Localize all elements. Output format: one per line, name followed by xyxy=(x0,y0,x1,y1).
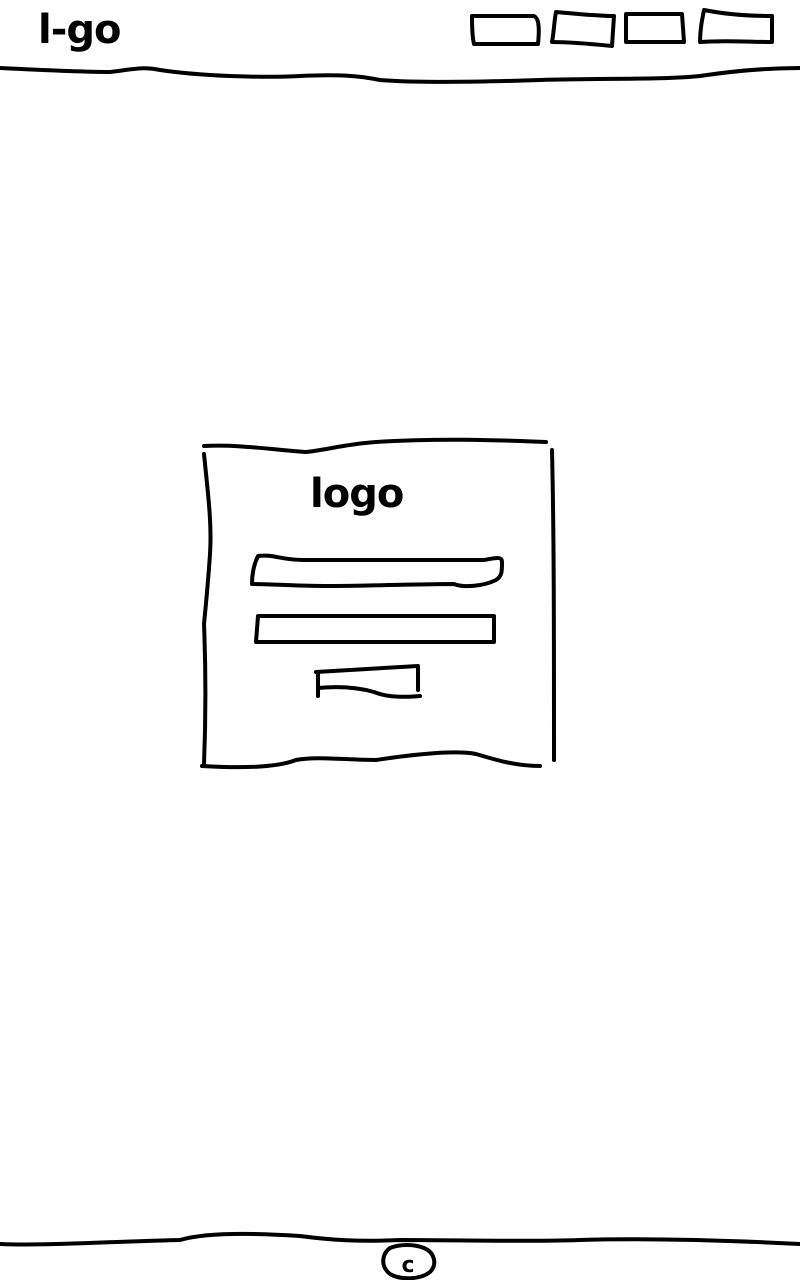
login-button[interactable] xyxy=(310,660,428,706)
copyright-symbol: c xyxy=(401,1253,414,1278)
nav-button-4[interactable] xyxy=(694,4,778,48)
nav-button-3[interactable] xyxy=(622,8,690,48)
nav-button-2[interactable] xyxy=(548,6,620,50)
nav-button-1[interactable] xyxy=(468,10,544,50)
password-input[interactable] xyxy=(260,614,484,636)
login-logo: logo xyxy=(310,471,404,517)
password-field[interactable] xyxy=(250,608,506,652)
username-field[interactable] xyxy=(244,548,510,598)
top-header: l-go xyxy=(0,0,800,82)
username-input[interactable] xyxy=(254,554,478,576)
login-button-border xyxy=(314,664,422,699)
header-logo[interactable]: l-go xyxy=(38,4,121,56)
copyright-icon: c xyxy=(378,1238,438,1280)
